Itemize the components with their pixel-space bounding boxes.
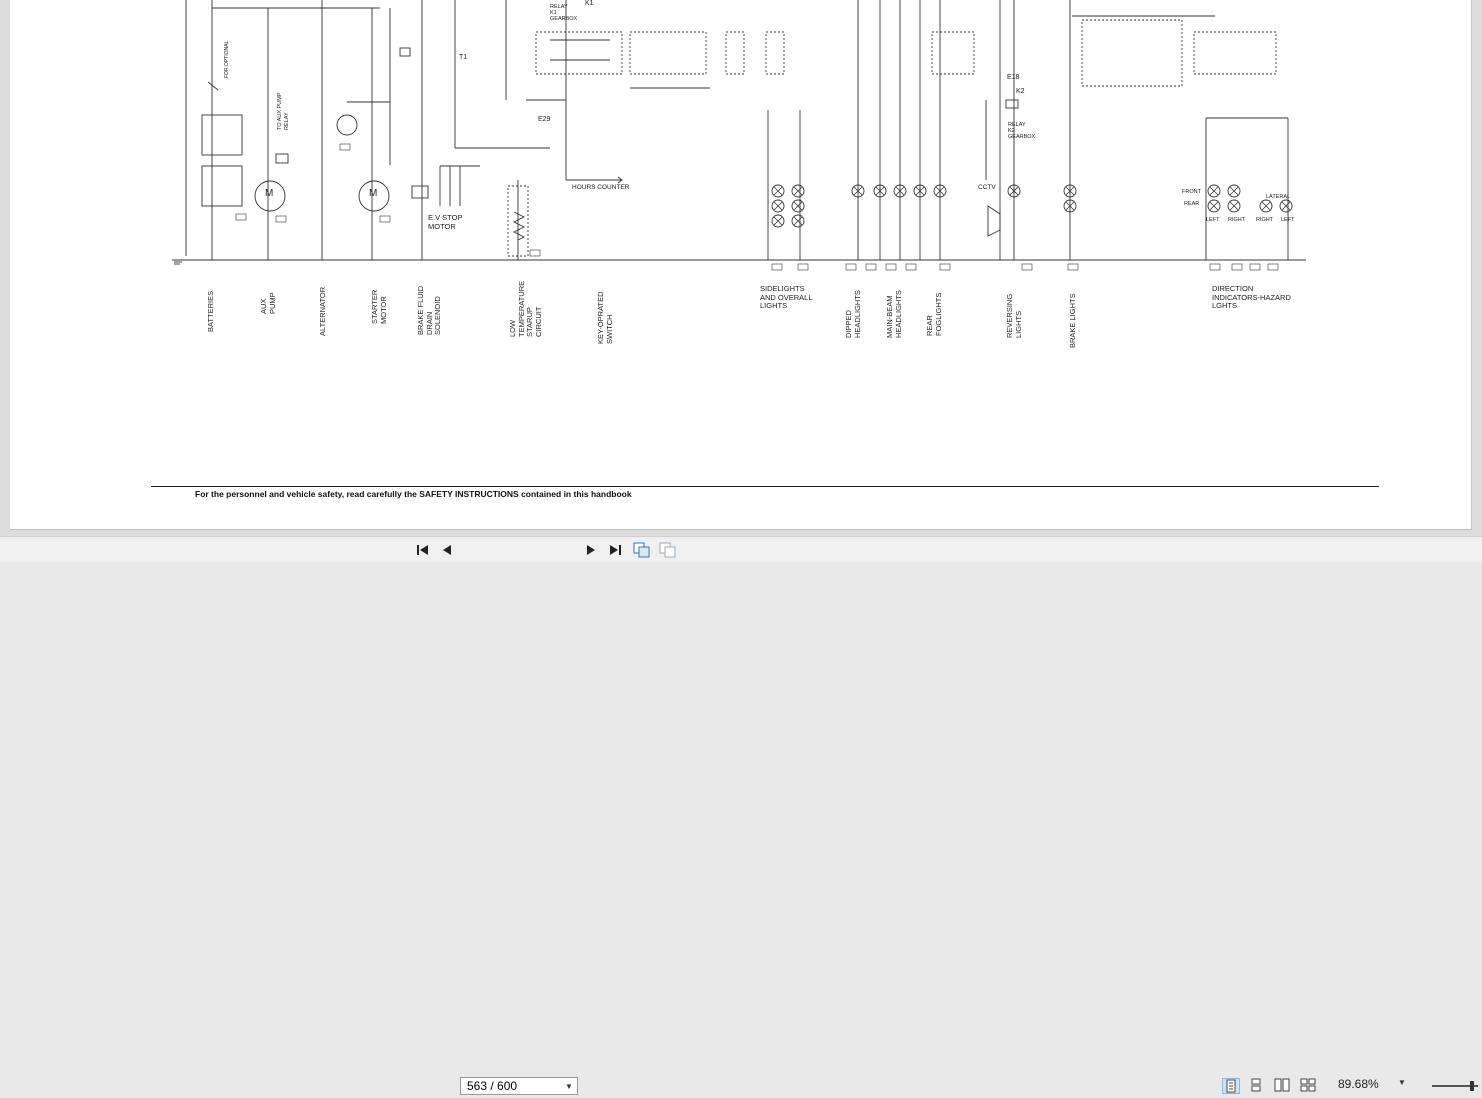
label-t1: T1	[459, 54, 468, 61]
page-dropdown-icon[interactable]: ▼	[565, 1082, 577, 1091]
document-viewport[interactable]: M M BATTERIES AUX PUMP ALTERNATOR STARTE…	[0, 0, 1482, 536]
fit-icon[interactable]	[658, 541, 678, 559]
label-lateral: LATERAL	[1266, 194, 1291, 200]
label-right-2: RIGHT	[1256, 217, 1274, 223]
last-page-icon[interactable]	[606, 541, 624, 559]
label-e29: E29	[538, 116, 551, 123]
page-number-value: 563 / 600	[467, 1079, 518, 1093]
label-k1: K1	[585, 0, 594, 7]
label-starter-motor: STARTER MOTOR	[370, 289, 388, 324]
aux-pump-motor-label: M	[265, 188, 274, 199]
pdf-toolbar: 563 / 600 ▼ 89.68% ▼	[0, 536, 1482, 1095]
footer-safety-note: For the personnel and vehicle safety, re…	[195, 489, 632, 499]
label-reversing: REVERSING LIGHTS	[1005, 293, 1023, 338]
label-main-beam: MAIN-BEAM HEADLIGHTS	[885, 290, 903, 338]
label-to-aux-pump: TO AUX PUMP RELAY	[277, 92, 290, 131]
zoom-slider-thumb[interactable]	[1470, 1081, 1474, 1091]
label-batteries: BATTERIES	[206, 290, 215, 332]
next-page-icon[interactable]	[582, 541, 600, 559]
label-right-1: RIGHT	[1228, 217, 1246, 223]
facing-icon[interactable]	[1274, 1078, 1292, 1094]
document-page: M M BATTERIES AUX PUMP ALTERNATOR STARTE…	[10, 0, 1472, 530]
label-cctv: CCTV	[978, 184, 996, 191]
label-sidelights: SIDELIGHTS AND OVERALL LIGHTS	[760, 284, 813, 310]
label-ev-stop: E.V STOP MOTOR	[428, 213, 463, 231]
first-page-icon[interactable]	[414, 541, 432, 559]
label-left-1: LEFT	[1206, 217, 1220, 223]
label-for-optional: FOR OPTIONAL	[224, 40, 230, 78]
label-k2: K2	[1016, 88, 1025, 95]
starter-motor-symbol-label: M	[369, 188, 378, 199]
label-relay-k2: RELAY K2 GEARBOX	[1008, 122, 1036, 140]
label-left-2: LEFT	[1281, 217, 1295, 223]
label-rear: REAR	[1184, 201, 1200, 207]
label-front: FRONT	[1182, 189, 1201, 195]
footer-rule	[151, 486, 1379, 487]
label-dipped: DIPPED HEADLIGHTS	[844, 290, 862, 338]
single-page-icon[interactable]	[1222, 1078, 1240, 1094]
label-alternator: ALTERNATOR	[318, 286, 327, 336]
continuous-facing-icon[interactable]	[1300, 1078, 1318, 1094]
label-brake-fluid: BRAKE FLUID DRAIN SOLENOID	[416, 285, 442, 335]
zoom-dropdown-icon[interactable]: ▼	[1398, 1078, 1406, 1087]
label-direction: DIRECTION INDICATORS-HAZARD LGHTS	[1212, 284, 1291, 310]
prev-page-icon[interactable]	[438, 541, 456, 559]
copy-icon[interactable]	[632, 541, 652, 559]
label-hours-counter: HOURS COUNTER	[572, 184, 630, 191]
label-low-temp: LOW TEMPERATURE STARUP CIRCUIT	[508, 280, 543, 337]
label-aux-pump: AUX PUMP	[259, 292, 277, 314]
zoom-level[interactable]: 89.68%	[1338, 1077, 1379, 1091]
page-number-input[interactable]: 563 / 600 ▼	[460, 1077, 578, 1095]
label-relay-k1: RELAY K1 GEARBOX	[550, 4, 578, 22]
continuous-icon[interactable]	[1248, 1078, 1266, 1094]
label-brake-lights: BRAKE LIGHTS	[1068, 293, 1077, 348]
label-key-switch: KEY-OPRATED SWITCH	[596, 291, 614, 344]
label-rear-fog: REAR FOGLIGHTS	[925, 292, 943, 336]
label-e18: E18	[1007, 74, 1020, 81]
